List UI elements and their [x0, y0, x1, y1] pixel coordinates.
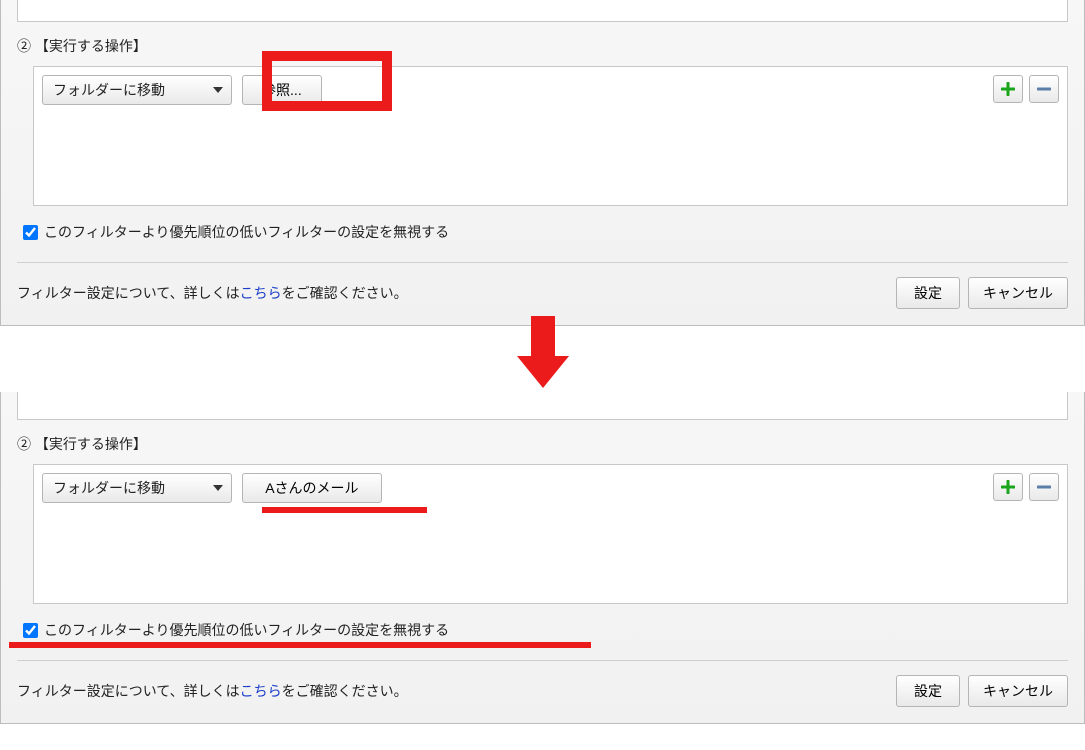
plus-icon [1001, 82, 1015, 96]
selected-folder-button[interactable]: Aさんのメール [242, 473, 382, 503]
footer-text-before: フィルター設定について、詳しくは [17, 285, 240, 301]
section-label: ② 【実行する操作】 [1, 22, 1084, 66]
chevron-down-icon [213, 485, 223, 491]
section-title: 【実行する操作】 [35, 436, 147, 452]
minus-icon [1037, 82, 1051, 96]
footer-text-after: をご確認ください。 [282, 683, 408, 699]
add-action-button[interactable] [993, 75, 1023, 103]
action-box: フォルダーに移動 Aさんのメール [33, 464, 1068, 604]
ignore-lower-priority-row: このフィルターより優先順位の低いフィルターの設定を無視する [1, 604, 1084, 656]
action-select[interactable]: フォルダーに移動 [42, 473, 232, 503]
section-number: ② [17, 436, 31, 452]
set-button[interactable]: 設定 [896, 277, 960, 309]
footer-link[interactable]: こちら [240, 683, 282, 699]
browse-button[interactable]: 参照... [242, 75, 322, 105]
section-title: 【実行する操作】 [35, 38, 147, 54]
section-number: ② [17, 38, 31, 54]
footer-text: フィルター設定について、詳しくはこちらをご確認ください。 [17, 283, 408, 303]
add-action-button[interactable] [993, 473, 1023, 501]
remove-action-button[interactable] [1029, 75, 1059, 103]
footer-link[interactable]: こちら [240, 285, 282, 301]
section-label: ② 【実行する操作】 [1, 420, 1084, 464]
cancel-button[interactable]: キャンセル [968, 277, 1068, 309]
upper-box-fragment [17, 392, 1068, 420]
plus-icon [1001, 480, 1015, 494]
footer-text-before: フィルター設定について、詳しくは [17, 683, 240, 699]
footer-text-after: をご確認ください。 [282, 285, 408, 301]
annotation-arrow [0, 326, 1085, 392]
ignore-lower-priority-checkbox[interactable] [23, 225, 38, 240]
action-select[interactable]: フォルダーに移動 [42, 75, 232, 105]
ignore-lower-priority-row: このフィルターより優先順位の低いフィルターの設定を無視する [1, 206, 1084, 258]
chevron-down-icon [213, 87, 223, 93]
action-box: フォルダーに移動 参照... [33, 66, 1068, 206]
remove-action-button[interactable] [1029, 473, 1059, 501]
upper-box-fragment [17, 0, 1068, 22]
set-button[interactable]: 設定 [896, 675, 960, 707]
action-select-value: フォルダーに移動 [53, 80, 165, 100]
minus-icon [1037, 480, 1051, 494]
ignore-lower-priority-checkbox[interactable] [23, 623, 38, 638]
ignore-lower-priority-label: このフィルターより優先順位の低いフィルターの設定を無視する [44, 222, 449, 242]
action-select-value: フォルダーに移動 [53, 478, 165, 498]
filter-panel-after: ② 【実行する操作】 フォルダーに移動 Aさんのメール このフィルターより優先順… [0, 392, 1085, 724]
footer-row: フィルター設定について、詳しくはこちらをご確認ください。 設定 キャンセル [1, 661, 1084, 723]
cancel-button[interactable]: キャンセル [968, 675, 1068, 707]
ignore-lower-priority-label: このフィルターより優先順位の低いフィルターの設定を無視する [44, 620, 449, 640]
annotation-red-underline-checkbox [9, 642, 591, 648]
filter-panel-before: ② 【実行する操作】 フォルダーに移動 参照... このフィルターより優先順位の… [0, 0, 1085, 326]
footer-text: フィルター設定について、詳しくはこちらをご確認ください。 [17, 681, 408, 701]
annotation-red-underline-folder [262, 507, 427, 513]
